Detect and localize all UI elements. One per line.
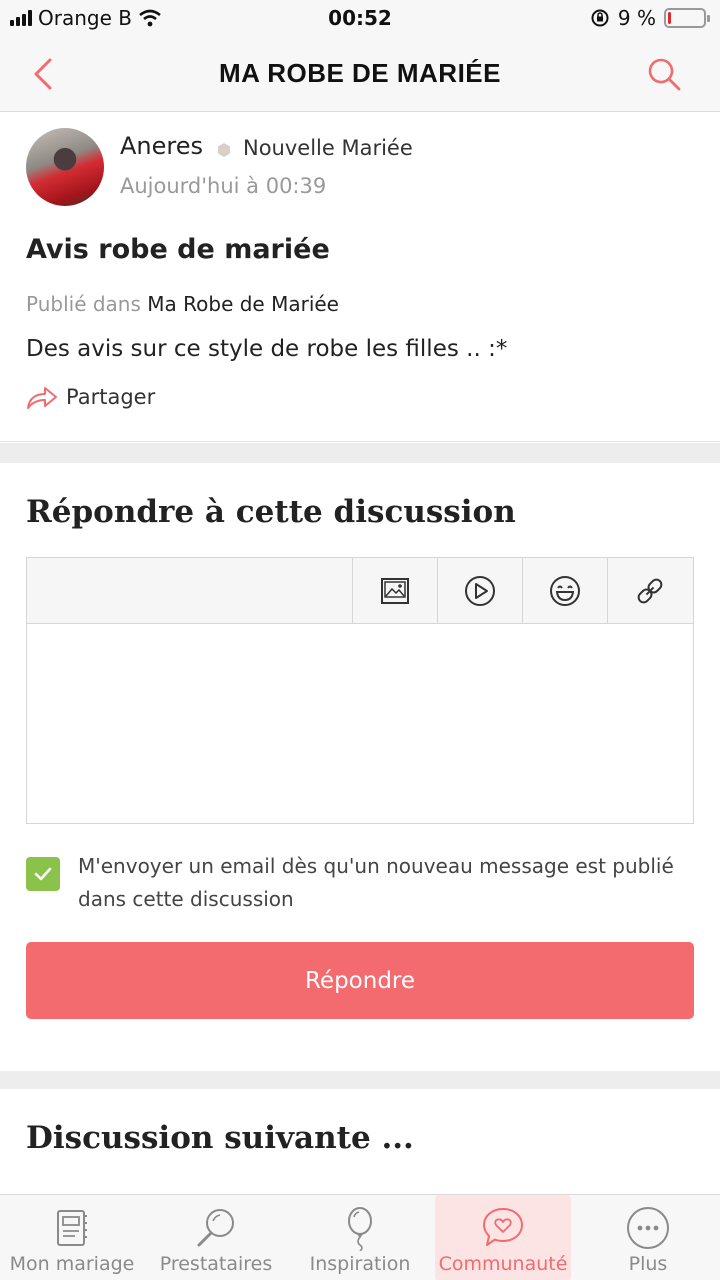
planner-icon xyxy=(57,1210,87,1246)
tab-label: Mon mariage xyxy=(9,1253,135,1275)
reply-submit-button[interactable]: Répondre xyxy=(26,942,694,1019)
post-title: Avis robe de mariée xyxy=(26,234,330,265)
battery-level xyxy=(668,12,671,24)
share-icon xyxy=(27,387,57,409)
tab-mon-mariage[interactable]: Mon mariage xyxy=(0,1195,144,1280)
post-body: Des avis sur ce style de robe les filles… xyxy=(26,336,508,362)
reply-editor xyxy=(26,557,694,824)
link-icon xyxy=(637,578,663,604)
battery-percent: 9 % xyxy=(617,6,656,30)
reply-section-title: Répondre à cette discussion xyxy=(26,494,516,530)
reply-textarea[interactable] xyxy=(27,625,693,823)
page-title: MA ROBE DE MARIÉE xyxy=(219,58,501,88)
insert-video-button[interactable] xyxy=(437,558,522,624)
search-icon[interactable] xyxy=(646,56,682,92)
magnifier-icon xyxy=(197,1209,234,1247)
published-in: Publié dans Ma Robe de Mariée xyxy=(26,292,339,316)
balloon-icon xyxy=(348,1207,372,1251)
tab-prestataires[interactable]: Prestataires xyxy=(144,1195,288,1280)
post-timestamp: Aujourd'hui à 00:39 xyxy=(120,174,327,198)
section-divider xyxy=(0,1071,720,1089)
chat-heart-icon xyxy=(483,1208,523,1246)
avatar[interactable] xyxy=(26,128,104,206)
insert-image-button[interactable] xyxy=(352,558,437,624)
section-divider xyxy=(0,443,720,463)
bottom-tab-bar: Mon mariage Prestataires Inspiration Com… xyxy=(0,1194,720,1280)
insert-link-button[interactable] xyxy=(607,558,692,624)
orientation-lock-icon xyxy=(591,9,609,27)
author-role: Nouvelle Mariée xyxy=(243,136,413,160)
author-name[interactable]: Aneres xyxy=(120,132,203,160)
tab-communaute[interactable]: Communauté xyxy=(435,1195,571,1280)
tab-label: Plus xyxy=(628,1253,668,1275)
more-dots-icon xyxy=(627,1207,669,1249)
tab-label: Prestataires xyxy=(159,1253,273,1275)
share-label: Partager xyxy=(66,385,156,409)
post-card: Aneres Nouvelle Mariée Aujourd'hui à 00:… xyxy=(0,112,720,442)
image-icon xyxy=(381,578,409,604)
status-right: 9 % xyxy=(590,6,710,30)
share-button[interactable]: Partager xyxy=(26,384,155,410)
role-badge-icon xyxy=(218,143,230,157)
next-discussion-title: Discussion suivante ... xyxy=(26,1120,414,1156)
notify-checkbox[interactable] xyxy=(26,857,60,891)
notify-label[interactable]: M'envoyer un email dès qu'un nouveau mes… xyxy=(78,850,698,916)
published-prefix: Publié dans xyxy=(26,292,141,316)
editor-toolbar xyxy=(27,558,693,624)
tab-label: Inspiration xyxy=(309,1253,411,1275)
emoji-icon xyxy=(550,576,580,606)
tab-inspiration[interactable]: Inspiration xyxy=(288,1195,432,1280)
tab-label: Communauté xyxy=(438,1253,568,1275)
nav-header: MA ROBE DE MARIÉE xyxy=(0,36,720,112)
status-bar: Orange B 00:52 9 % xyxy=(0,0,720,36)
tab-plus[interactable]: Plus xyxy=(576,1195,720,1280)
video-icon xyxy=(465,576,495,606)
insert-emoji-button[interactable] xyxy=(522,558,607,624)
checkmark-icon xyxy=(34,867,52,881)
category-link[interactable]: Ma Robe de Mariée xyxy=(147,292,339,316)
battery-icon xyxy=(664,8,710,28)
